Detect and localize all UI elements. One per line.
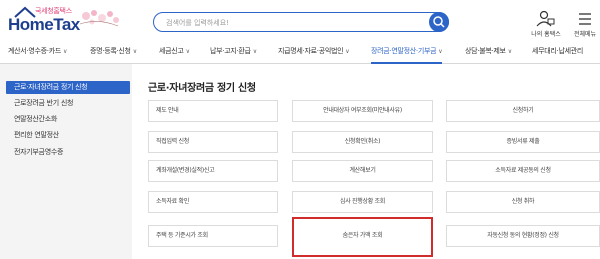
sidebar-item-easy-year-end[interactable]: 편리한 연말정산 [6, 129, 130, 142]
nav-item-label: 증명·등록·신청 [90, 47, 131, 55]
all-menu-label: 전체메뉴 [573, 31, 597, 38]
chevron-down-icon: ∨ [252, 48, 257, 55]
nav-item-consulting[interactable]: 상담·불복·제보 ∨ [465, 40, 512, 64]
sidebar: 근로·자녀장려금 정기 신청 근로장려금 반기 신청 연말정산간소화 편리한 연… [0, 64, 132, 259]
card-auto-application[interactable]: 자동신청 동의 현황(정정) 신청 [446, 225, 600, 247]
card-apply[interactable]: 신청하기 [446, 100, 600, 122]
sidebar-item-regular-application[interactable]: 근로·자녀장려금 정기 신청 [6, 81, 130, 94]
nav-item-label: 장려금·연말정산·기부금 [371, 47, 437, 55]
nav-item-statements[interactable]: 지급명세·자료·공익법인 ∨ [278, 40, 350, 64]
all-menu-button[interactable]: 전체메뉴 [573, 10, 597, 38]
blossom-decoration-icon [79, 10, 119, 27]
chevron-down-icon: ∨ [132, 48, 137, 55]
card-calculator[interactable]: 계산해보기 [292, 160, 433, 182]
chevron-down-icon: ∨ [185, 48, 190, 55]
sidebar-item-donation-receipt[interactable]: 전자기부금영수증 [6, 146, 130, 159]
hamburger-menu-icon [579, 13, 591, 25]
sidebar-item-year-end-simplified[interactable]: 연말정산간소화 [6, 113, 130, 126]
nav-item-tax-filing[interactable]: 세금신고 ∨ [159, 40, 190, 64]
nav-item-label: 상담·불복·제보 [465, 47, 506, 55]
nav-item-tax-agent[interactable]: 세무대리·납세관리 [532, 40, 583, 64]
nav-item-incentives[interactable]: 장려금·연말정산·기부금 ∨ [371, 40, 443, 64]
nav-item-invoices[interactable]: 계산서·영수증·카드 ∨ [8, 40, 67, 64]
chevron-down-icon: ∨ [62, 48, 68, 55]
nav-item-certificates[interactable]: 증명·등록·신청 ∨ [90, 40, 137, 64]
search-input[interactable] [166, 16, 416, 29]
card-eligibility-check[interactable]: 안내대상자 여부조회(미안내사유) [292, 100, 433, 122]
hometax-logo[interactable]: 국세청홈택스 HomeTax [8, 6, 119, 36]
chevron-down-icon: ∨ [345, 48, 350, 55]
card-system-guide[interactable]: 제도 안내 [148, 100, 278, 122]
header: 국세청홈택스 HomeTax 나의 홈택스 [0, 0, 600, 40]
user-lock-icon [536, 10, 555, 27]
page-title: 근로·자녀장려금 정기 신청 [148, 83, 256, 94]
nav-item-label: 납부·고지·환급 [210, 47, 251, 55]
search-button[interactable] [429, 12, 449, 32]
nav-item-label: 계산서·영수증·카드 [8, 47, 61, 55]
card-submit-documents[interactable]: 증빙서류 제출 [446, 131, 600, 153]
sidebar-item-half-year-application[interactable]: 근로장려금 반기 신청 [6, 97, 130, 110]
chevron-down-icon: ∨ [438, 48, 443, 55]
card-account-report[interactable]: 계좌개설(변경)실적)신고 [148, 160, 278, 182]
search-bar [153, 12, 449, 32]
my-hometax-button[interactable]: 나의 홈택스 [530, 10, 561, 38]
search-icon [433, 16, 445, 28]
logo-text: HomeTax [8, 15, 80, 34]
card-withdraw[interactable]: 신청 취하 [446, 191, 600, 213]
card-income-check[interactable]: 소득자료 확인 [148, 191, 278, 213]
nav-item-label: 지급명세·자료·공익법인 [278, 47, 344, 55]
chevron-down-icon: ∨ [507, 48, 512, 55]
nav-item-label: 세무대리·납세관리 [532, 47, 584, 55]
card-review-status[interactable]: 심사 진행상황 조회 [292, 191, 433, 213]
nav-item-payment[interactable]: 납부·고지·환급 ∨ [210, 40, 257, 64]
card-income-consent[interactable]: 소득자료 제공동의 신청 [446, 160, 600, 182]
main-nav: 계산서·영수증·카드 ∨ 증명·등록·신청 ∨ 세금신고 ∨ 납부·고지·환급 ∨ 지급… [0, 40, 600, 64]
nav-item-label: 세금신고 [159, 47, 184, 55]
card-direct-input[interactable]: 직접입력 신청 [148, 131, 278, 153]
card-housing-price[interactable]: 주택 등 기준시가 조회 [148, 225, 278, 247]
my-hometax-label: 나의 홈택스 [531, 31, 561, 38]
red-highlight-box [292, 217, 433, 257]
card-confirm-cancel[interactable]: 신청확인(취소) [292, 131, 433, 153]
